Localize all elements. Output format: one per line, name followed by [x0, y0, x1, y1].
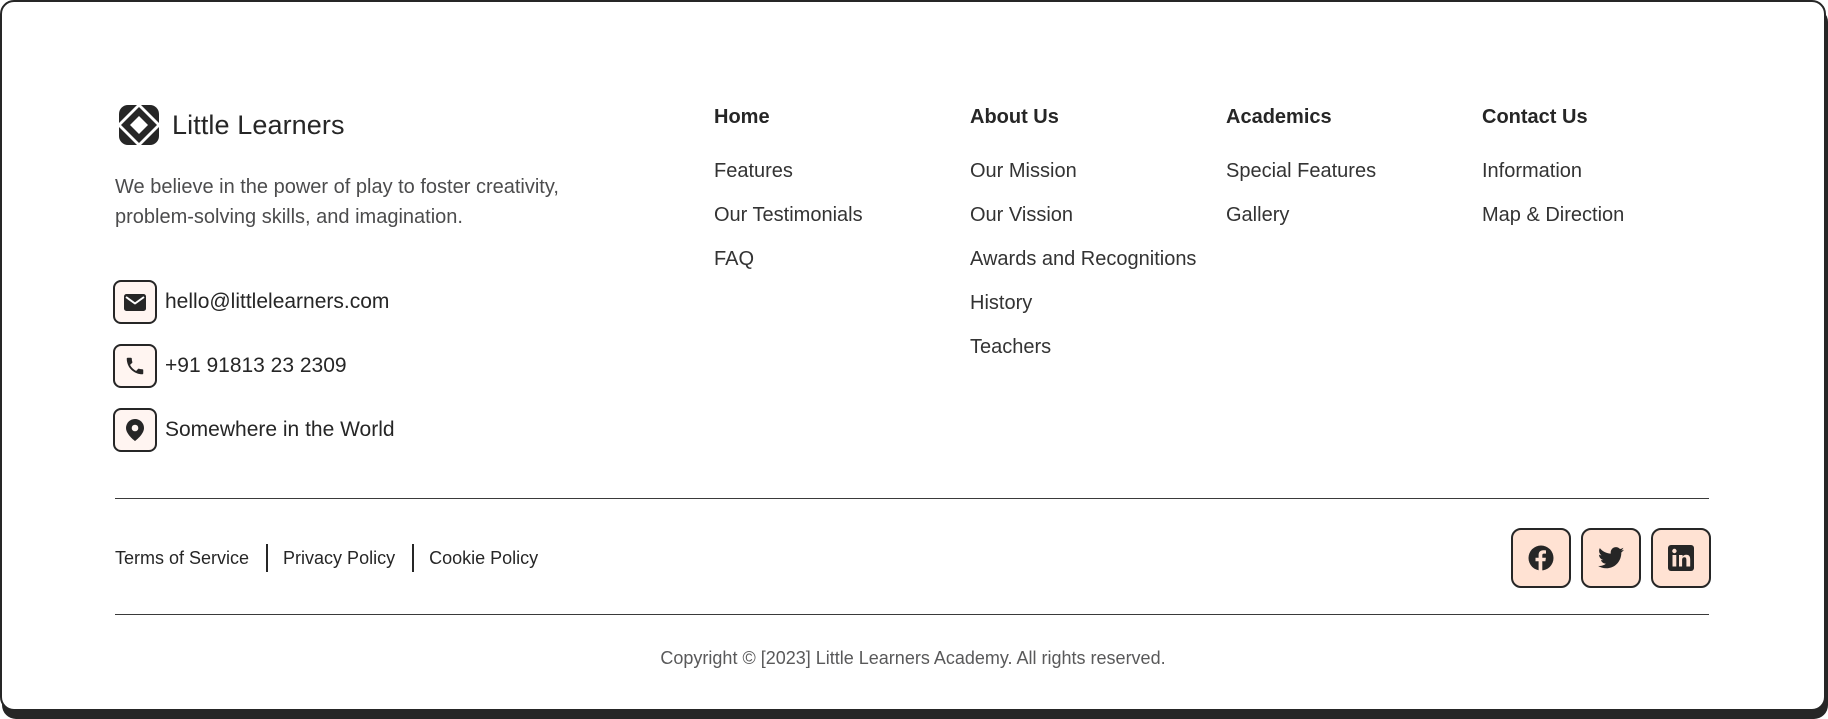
divider-bottom [115, 614, 1709, 615]
nav-heading-academics[interactable]: Academics [1226, 104, 1376, 130]
nav-link-our-vission[interactable]: Our Vission [970, 202, 1196, 228]
nav-link-special-features[interactable]: Special Features [1226, 158, 1376, 184]
contact-email[interactable]: hello@littlelearners.com [113, 280, 389, 324]
nav-link-faq[interactable]: FAQ [714, 246, 863, 272]
twitter-button[interactable] [1581, 528, 1641, 588]
contact-phone[interactable]: +91 91813 23 2309 [113, 344, 347, 388]
linkedin-icon [1668, 545, 1694, 571]
twitter-icon [1598, 547, 1624, 569]
nav-link-teachers[interactable]: Teachers [970, 334, 1196, 360]
contact-location-text: Somewhere in the World [165, 418, 395, 441]
nav-col-about: About Us Our Mission Our Vission Awards … [970, 104, 1196, 378]
brand[interactable]: Little Learners [116, 102, 345, 148]
policy-separator [412, 544, 415, 572]
nav-link-gallery[interactable]: Gallery [1226, 202, 1376, 228]
nav-heading-home[interactable]: Home [714, 104, 863, 130]
contact-email-text: hello@littlelearners.com [165, 290, 390, 313]
contact-phone-text: +91 91813 23 2309 [165, 354, 347, 377]
footer-card: Little Learners We believe in the power … [0, 0, 1826, 711]
terms-of-service-link[interactable]: Terms of Service [115, 548, 249, 569]
brand-name: Little Learners [172, 109, 345, 140]
logo-icon [117, 103, 161, 147]
divider-top [115, 498, 1709, 499]
phone-icon [113, 344, 157, 388]
nav-link-features[interactable]: Features [714, 158, 863, 184]
privacy-policy-link[interactable]: Privacy Policy [283, 548, 395, 569]
policy-separator [266, 544, 269, 572]
contact-location[interactable]: Somewhere in the World [113, 408, 395, 452]
policy-links: Terms of Service Privacy Policy Cookie P… [115, 543, 538, 573]
nav-link-our-testimonials[interactable]: Our Testimonials [714, 202, 863, 228]
nav-link-awards[interactable]: Awards and Recognitions [970, 246, 1196, 272]
nav-link-map-direction[interactable]: Map & Direction [1482, 202, 1624, 228]
nav-link-our-mission[interactable]: Our Mission [970, 158, 1196, 184]
social-links [1511, 528, 1711, 588]
nav-link-information[interactable]: Information [1482, 158, 1624, 184]
nav-link-history[interactable]: History [970, 290, 1196, 316]
copyright-text: Copyright © [2023] Little Learners Acade… [660, 648, 1166, 668]
nav-heading-contact-us[interactable]: Contact Us [1482, 104, 1624, 130]
cookie-policy-link[interactable]: Cookie Policy [429, 548, 538, 569]
linkedin-button[interactable] [1651, 528, 1711, 588]
facebook-icon [1528, 545, 1554, 571]
mail-icon [113, 280, 157, 324]
nav-col-home: Home Features Our Testimonials FAQ [714, 104, 863, 290]
nav-col-academics: Academics Special Features Gallery [1226, 104, 1376, 246]
nav-heading-about-us[interactable]: About Us [970, 104, 1196, 130]
facebook-button[interactable] [1511, 528, 1571, 588]
location-pin-icon [113, 408, 157, 452]
brand-tagline: We believe in the power of play to foste… [115, 176, 559, 228]
nav-col-contact: Contact Us Information Map & Direction [1482, 104, 1624, 246]
